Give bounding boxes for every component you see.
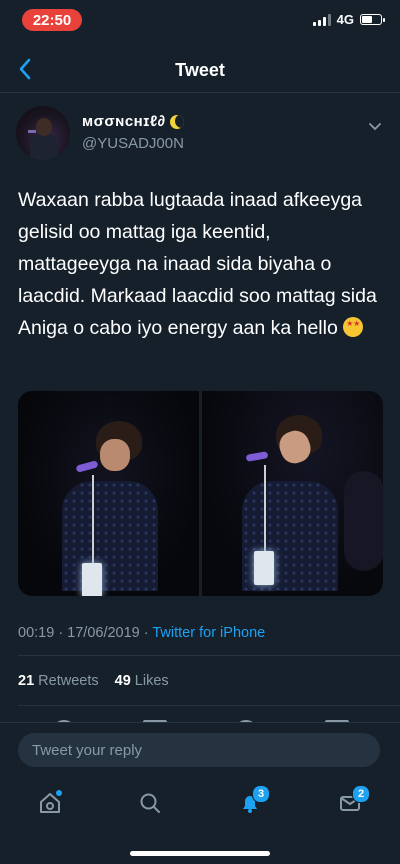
divider: [18, 705, 400, 706]
reply-input[interactable]: [18, 733, 380, 767]
battery-icon: [360, 14, 385, 25]
signal-icon: [312, 13, 331, 26]
status-time: 22:50: [22, 9, 82, 31]
home-indicator: [130, 851, 270, 856]
tab-notifications[interactable]: 3: [230, 783, 270, 823]
status-indicators: 4G: [312, 12, 385, 27]
status-bar: 22:50 4G: [0, 0, 400, 42]
page-title: Tweet: [175, 60, 225, 80]
tweet-photo-1[interactable]: [18, 391, 199, 596]
tab-bar: 3 2: [0, 778, 400, 828]
author-display-name[interactable]: ᴍσσɴᴄнɪℓ∂: [82, 113, 184, 130]
tab-messages[interactable]: 2: [330, 783, 370, 823]
author-handle[interactable]: @YUSADJ00N: [82, 135, 184, 152]
tweet-author: ᴍσσɴᴄнɪℓ∂ @YUSADJ00N: [16, 106, 386, 164]
avatar[interactable]: [16, 106, 70, 160]
messages-badge: 2: [352, 785, 370, 803]
tweet-source-link[interactable]: Twitter for iPhone: [152, 625, 265, 641]
retweets-count[interactable]: 21 Retweets: [18, 673, 99, 689]
network-type: 4G: [336, 12, 354, 27]
tab-search[interactable]: [130, 783, 170, 823]
moon-icon: [169, 114, 184, 129]
notifications-badge: 3: [252, 785, 270, 803]
tweet-stats: 21 Retweets 49 Likes: [18, 673, 169, 689]
divider: [18, 655, 400, 656]
timestamp-text: 00:19 · 17/06/2019 ·: [18, 625, 153, 641]
tab-home[interactable]: [30, 783, 70, 823]
tweet-text-content: Waxaan rabba lugtaada inaad afkeeyga gel…: [18, 189, 377, 339]
likes-count[interactable]: 49 Likes: [115, 673, 169, 689]
tweet-media[interactable]: [18, 391, 383, 596]
tweet-menu-button[interactable]: [364, 116, 386, 138]
home-notification-dot: [56, 790, 62, 796]
star-struck-emoji-icon: [343, 317, 364, 337]
search-icon: [140, 793, 160, 813]
tweet-photo-2[interactable]: [202, 391, 383, 596]
nav-header: Tweet: [0, 48, 400, 93]
tweet-text: Waxaan rabba lugtaada inaad afkeeyga gel…: [18, 184, 386, 344]
reply-bar: [0, 722, 400, 777]
display-name-text: ᴍσσɴᴄнɪℓ∂: [82, 113, 166, 130]
tweet-timestamp: 00:19 · 17/06/2019 · Twitter for iPhone: [18, 625, 265, 641]
chevron-down-icon: [369, 123, 381, 131]
